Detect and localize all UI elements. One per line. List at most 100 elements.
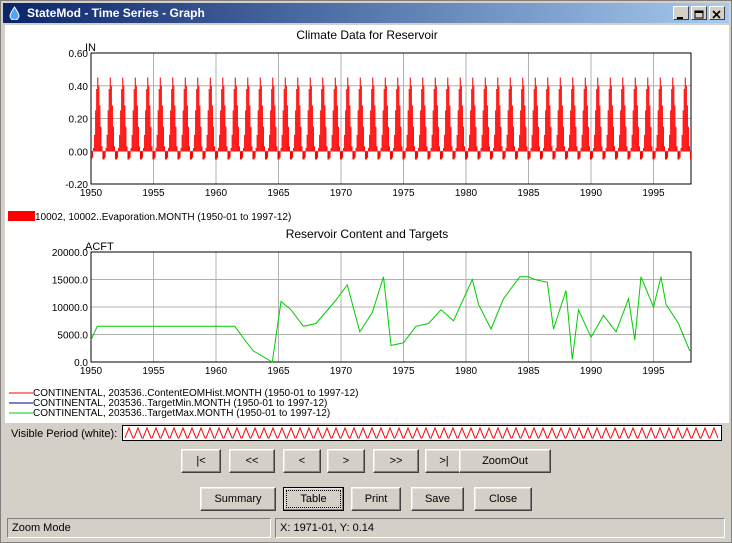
- evaporation-bar: [475, 126, 477, 152]
- x-tick-label: 1985: [517, 188, 540, 199]
- evaporation-bar: [645, 110, 647, 152]
- evaporation-bar: [195, 110, 197, 152]
- evaporation-bar: [463, 146, 465, 152]
- evaporation-bar: [446, 89, 448, 152]
- visible-period-strip[interactable]: [122, 425, 722, 441]
- evaporation-bar: [142, 151, 144, 158]
- evaporation-bar: [305, 147, 307, 152]
- minimize-button[interactable]: [673, 6, 689, 20]
- x-tick-label: 1950: [80, 366, 103, 377]
- evaporation-bar: [552, 151, 554, 160]
- evaporation-bar: [449, 105, 451, 152]
- evaporation-bar: [231, 134, 233, 152]
- evaporation-bar: [392, 151, 394, 158]
- evaporation-bar: [237, 126, 239, 152]
- evaporation-bar: [183, 89, 185, 152]
- forward-button[interactable]: >: [327, 449, 365, 473]
- evaporation-bar: [380, 147, 382, 152]
- back-button[interactable]: <: [283, 449, 321, 473]
- evaporation-bar: [256, 134, 258, 152]
- evaporation-bar: [528, 151, 530, 160]
- evaporation-bar: [614, 151, 616, 160]
- evaporation-bar: [153, 151, 155, 160]
- evaporation-bar: [582, 110, 584, 152]
- evaporation-bar: [184, 77, 186, 152]
- evaporation-bar: [355, 147, 357, 152]
- page-forward-button[interactable]: >>: [373, 449, 419, 473]
- evaporation-bar: [400, 126, 402, 152]
- evaporation-bar: [667, 151, 669, 158]
- evaporation-bar: [435, 85, 437, 152]
- evaporation-bar: [618, 147, 620, 152]
- evaporation-bar: [685, 85, 687, 152]
- evaporation-bar: [688, 146, 690, 152]
- evaporation-bar: [455, 147, 457, 152]
- evaporation-bar: [384, 77, 386, 152]
- last-button[interactable]: >|: [425, 449, 463, 473]
- evaporation-bar: [175, 126, 177, 152]
- graph-canvas[interactable]: Climate Data for ReservoirIN0.600.400.20…: [5, 25, 729, 423]
- graph-area[interactable]: Climate Data for Reservoir IN 0.60 0.40 0.20…: [5, 25, 729, 423]
- evaporation-bar: [136, 105, 138, 152]
- evaporation-bar: [649, 105, 651, 152]
- evaporation-bar: [397, 77, 399, 152]
- evaporation-bar: [385, 85, 387, 152]
- evaporation-bar: [325, 126, 327, 152]
- first-button[interactable]: |<: [181, 449, 221, 473]
- evaporation-bar: [114, 151, 116, 160]
- evaporation-bar: [382, 110, 384, 152]
- evaporation-bar: [394, 134, 396, 152]
- maximize-button[interactable]: [691, 6, 707, 20]
- save-button[interactable]: Save: [411, 487, 464, 511]
- evaporation-bar: [495, 110, 497, 152]
- evaporation-bar: [564, 151, 566, 160]
- evaporation-bar: [241, 151, 243, 160]
- evaporation-bar: [108, 89, 110, 152]
- evaporation-bar: [338, 146, 340, 152]
- evaporation-bar: [550, 126, 552, 152]
- print-button[interactable]: Print: [351, 487, 401, 511]
- evaporation-bar: [196, 89, 198, 152]
- zoom-out-button[interactable]: ZoomOut: [459, 449, 551, 473]
- page-back-button[interactable]: <<: [229, 449, 275, 473]
- evaporation-bar: [181, 134, 183, 152]
- table-button[interactable]: Table: [283, 487, 344, 511]
- evaporation-bar: [535, 85, 537, 152]
- evaporation-bar: [541, 151, 543, 160]
- evaporation-bar: [147, 77, 149, 152]
- evaporation-bar: [226, 146, 228, 152]
- evaporation-bar: [364, 151, 366, 160]
- evaporation-bar: [575, 126, 577, 152]
- evaporation-bar: [330, 147, 332, 152]
- close-window-button[interactable]: [709, 6, 725, 20]
- evaporation-bar: [530, 147, 532, 152]
- evaporation-bar: [413, 146, 415, 152]
- evaporation-bar: [370, 110, 372, 152]
- evaporation-bar: [421, 89, 423, 152]
- evaporation-bar: [558, 89, 560, 152]
- close-button[interactable]: Close: [474, 487, 532, 511]
- evaporation-bar: [572, 77, 574, 152]
- evaporation-bar: [245, 110, 247, 152]
- evaporation-bar: [509, 77, 511, 152]
- visible-period-label: Visible Period (white):: [11, 428, 118, 440]
- y-tick-label: 0.20: [69, 115, 89, 126]
- evaporation-bar: [171, 89, 173, 152]
- summary-button[interactable]: Summary: [200, 487, 276, 511]
- evaporation-bar: [247, 77, 249, 152]
- evaporation-bar: [259, 77, 261, 152]
- evaporation-bar: [118, 147, 120, 152]
- title-bar[interactable]: StateMod - Time Series - Graph: [3, 3, 729, 23]
- evaporation-bar: [350, 126, 352, 152]
- evaporation-bar: [500, 126, 502, 152]
- evaporation-bar: [418, 147, 420, 152]
- evaporation-bar: [612, 126, 614, 152]
- evaporation-bar: [274, 105, 276, 152]
- evaporation-bar: [623, 85, 625, 152]
- evaporation-bar: [94, 134, 96, 152]
- evaporation-bar: [577, 151, 579, 160]
- series-line: [90, 276, 691, 363]
- evaporation-bar: [466, 151, 468, 160]
- evaporation-bar: [586, 105, 588, 152]
- evaporation-bar: [216, 151, 218, 160]
